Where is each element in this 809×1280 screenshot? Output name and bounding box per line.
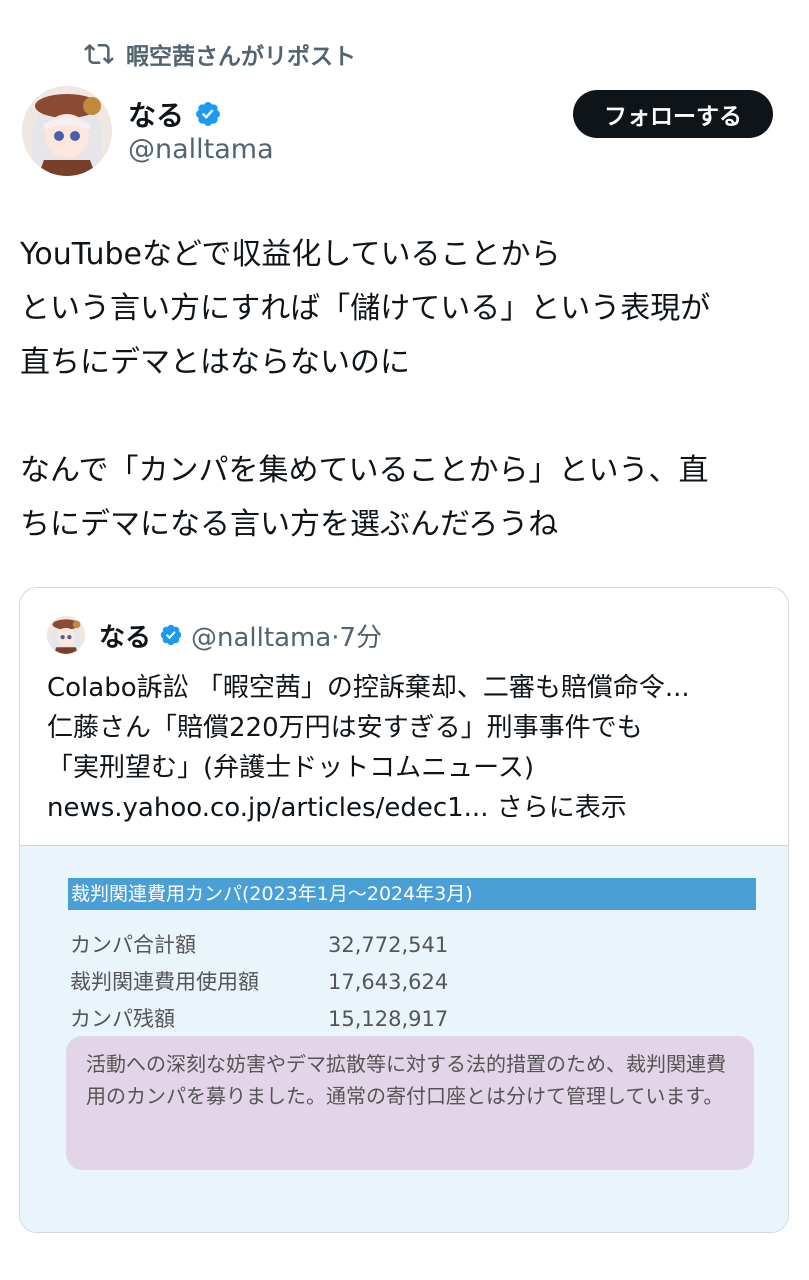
row-label: カンパ残額 bbox=[70, 1007, 175, 1031]
quote-author-handle: @nalltama bbox=[191, 622, 332, 653]
row-value: 32,772,541 bbox=[328, 933, 449, 957]
quote-media-image[interactable]: 裁判関連費用カンパ(2023年1月〜2024年3月) カンパ合計額 32,772… bbox=[20, 845, 788, 1232]
tweet-text: YouTubeなどで収益化していることから という言い方にすれば「儲けている」と… bbox=[20, 237, 711, 542]
quote-timestamp: 7分 bbox=[339, 622, 383, 653]
quote-text: Colabo訴訟 「暇空茜」の控訴棄却、二審も賠償命令... 仁藤さん「賠償22… bbox=[47, 668, 767, 828]
quote-line: Colabo訴訟 「暇空茜」の控訴棄却、二審も賠償命令... bbox=[47, 673, 690, 703]
repost-indicator[interactable]: 暇空茜さんがリポスト bbox=[84, 36, 356, 72]
follow-button[interactable]: フォローする bbox=[573, 90, 773, 138]
quote-verified-badge-icon bbox=[159, 623, 183, 647]
quote-line: 仁藤さん「賠償220万円は安すぎる」刑事事件でも bbox=[47, 713, 643, 743]
quote-link[interactable]: news.yahoo.co.jp/articles/edec1... bbox=[47, 793, 488, 823]
image-table-row: 裁判関連費用使用額 17,643,624 bbox=[70, 967, 448, 997]
author-name[interactable]: なる bbox=[128, 94, 184, 134]
verified-badge-icon bbox=[194, 100, 222, 128]
row-value: 17,643,624 bbox=[328, 970, 449, 994]
image-table-header: 裁判関連費用カンパ(2023年1月〜2024年3月) bbox=[68, 878, 756, 910]
image-table-row: カンパ合計額 32,772,541 bbox=[70, 930, 448, 960]
avatar[interactable] bbox=[22, 86, 112, 176]
separator-dot: · bbox=[331, 622, 340, 653]
quoted-tweet[interactable]: なる @nalltama·7分 Colabo訴訟 「暇空茜」の控訴棄却、二審も賠… bbox=[19, 587, 789, 1233]
author-handle[interactable]: @nalltama bbox=[128, 134, 274, 165]
quote-avatar bbox=[47, 616, 85, 654]
repost-label: 暇空茜さんがリポスト bbox=[126, 44, 356, 70]
quote-line: 「実刑望む」(弁護士ドットコムニュース) bbox=[47, 753, 534, 783]
row-label: 裁判関連費用使用額 bbox=[70, 970, 259, 994]
quote-author-name: なる bbox=[99, 622, 152, 653]
repost-icon bbox=[84, 43, 114, 65]
row-label: カンパ合計額 bbox=[70, 933, 196, 957]
image-table-row: カンパ残額 15,128,917 bbox=[70, 1004, 448, 1034]
show-more-link[interactable]: さらに表示 bbox=[497, 793, 627, 823]
row-value: 15,128,917 bbox=[328, 1007, 449, 1031]
image-note: 活動への深刻な妨害やデマ拡散等に対する法的措置のため、裁判関連費用のカンパを募り… bbox=[66, 1036, 754, 1170]
